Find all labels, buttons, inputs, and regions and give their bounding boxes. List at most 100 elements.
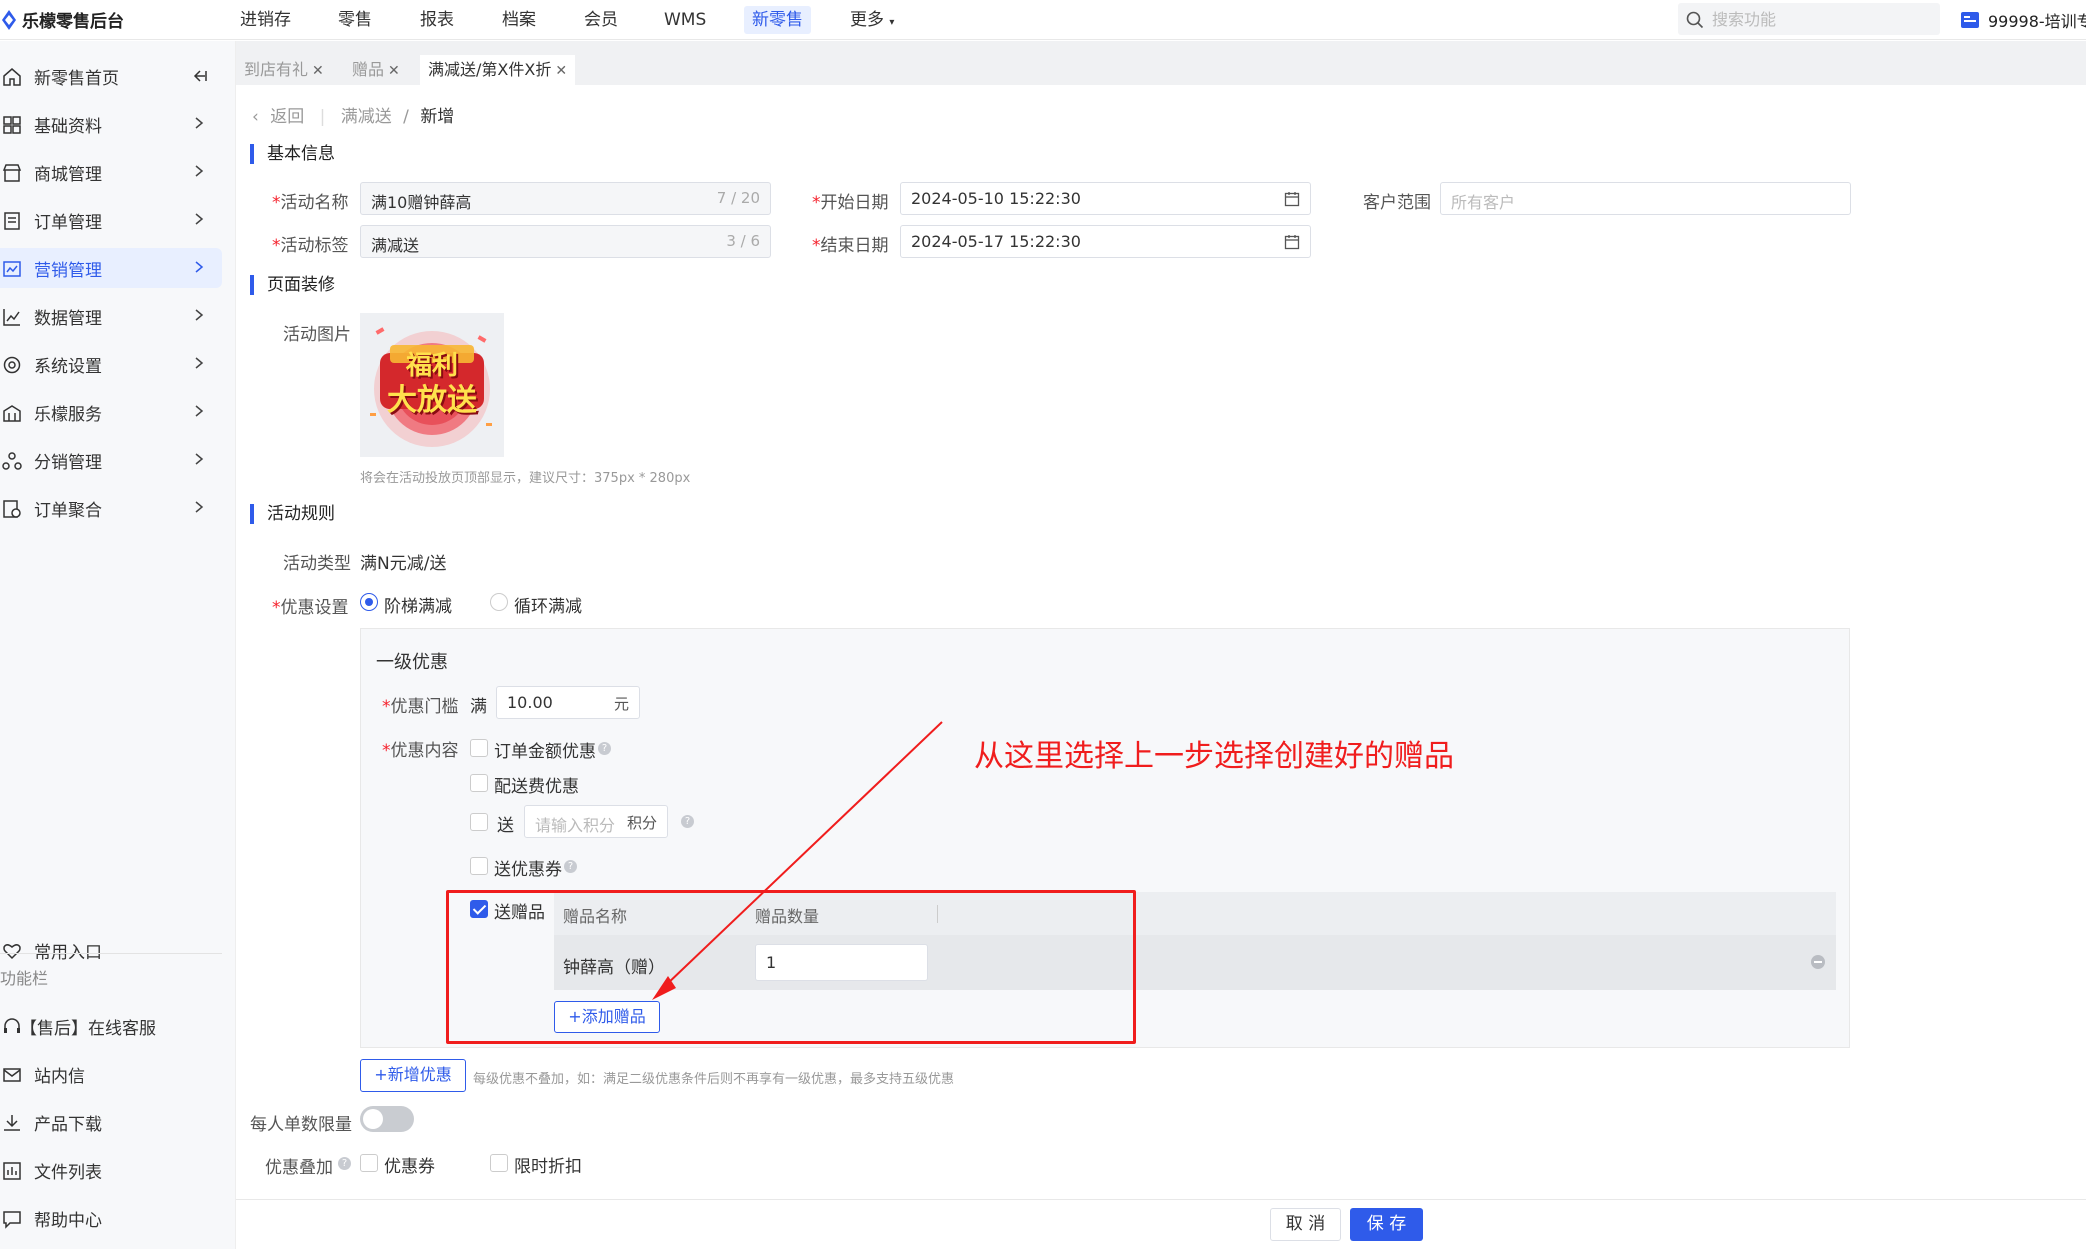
sidebar-item-file-list[interactable]: 文件列表 <box>0 1150 222 1190</box>
topnav-item-inventory[interactable]: 进销存 <box>232 6 299 34</box>
activity-image[interactable]: 福利 大放送 <box>360 313 504 457</box>
add-discount-button[interactable]: +新增优惠 <box>360 1059 466 1092</box>
app-title: 乐檬零售后台 <box>22 12 124 32</box>
search-input[interactable] <box>1712 8 1932 30</box>
topnav-item-archive[interactable]: 档案 <box>494 6 544 34</box>
chevron-right-icon <box>195 405 204 417</box>
sidebar-item-home[interactable]: 新零售首页 <box>0 56 222 96</box>
topnav-item-new-retail[interactable]: 新零售 <box>744 6 811 34</box>
sidebar-item-label: 订单聚合 <box>34 500 102 521</box>
topnav-more-label: 更多 <box>850 10 884 30</box>
close-icon[interactable]: ✕ <box>312 63 324 79</box>
per-person-limit-switch[interactable] <box>360 1106 414 1132</box>
sidebar-common-entry[interactable]: 常用入口 <box>0 930 222 970</box>
order-amount-label[interactable]: 订单金额优惠 <box>494 737 596 762</box>
radio-tiered[interactable] <box>360 593 378 611</box>
headset-icon <box>4 1018 20 1033</box>
end-date-label: *结束日期 <box>812 236 889 256</box>
help-icon[interactable]: ? <box>564 860 577 873</box>
sidebar-item-label: 【售后】在线客服 <box>20 1018 156 1039</box>
checkbox-stack-coupon[interactable] <box>360 1154 378 1172</box>
activity-type-label: 活动类型 <box>283 554 351 574</box>
checkbox-order-amount[interactable] <box>470 739 488 757</box>
settings-icon <box>3 356 21 374</box>
help-icon[interactable]: ? <box>681 815 694 828</box>
sidebar-item-help[interactable]: 帮助中心 <box>0 1198 222 1238</box>
delivery-label[interactable]: 配送费优惠 <box>494 772 579 797</box>
sidebar-item-order-aggregate[interactable]: 订单聚合 <box>0 488 222 528</box>
activity-name-label: *活动名称 <box>272 193 349 213</box>
tab-gifts[interactable]: 赠品 ✕ <box>344 55 408 85</box>
sidebar-item-label: 订单管理 <box>34 212 102 233</box>
chevron-right-icon <box>195 213 204 225</box>
chevron-right-icon <box>195 261 204 273</box>
label-text: 活动名称 <box>280 193 349 213</box>
label-text: 优惠设置 <box>280 598 349 618</box>
input-value: 满10赠钟薛高 <box>371 193 472 212</box>
close-icon[interactable]: ✕ <box>555 63 567 79</box>
label-text: 优惠内容 <box>390 741 459 761</box>
sidebar-item-marketing[interactable]: 营销管理 <box>0 248 222 288</box>
threshold-input[interactable]: 10.00 元 <box>496 686 640 719</box>
add-discount-hint: 每级优惠不叠加，如：满足二级优惠条件后则不再享有一级优惠，最多支持五级优惠 <box>473 1072 955 1087</box>
sidebar-item-label: 分销管理 <box>34 452 102 473</box>
checkbox-coupon[interactable] <box>470 857 488 875</box>
help-icon[interactable]: ? <box>598 742 611 755</box>
checkbox-stack-flash[interactable] <box>490 1154 508 1172</box>
back-link[interactable]: 返回 <box>270 107 304 127</box>
sidebar-item-label: 乐檬服务 <box>34 404 102 425</box>
sidebar-item-orders[interactable]: 订单管理 <box>0 200 222 240</box>
topnav-item-member[interactable]: 会员 <box>576 6 626 34</box>
close-icon[interactable]: ✕ <box>388 63 400 79</box>
activity-image-label: 活动图片 <box>283 325 351 345</box>
radio-cyclic[interactable] <box>490 593 508 611</box>
tab-full-reduction[interactable]: 满减送/第X件X折 ✕ <box>420 55 576 85</box>
cancel-button[interactable]: 取 消 <box>1270 1208 1341 1241</box>
activity-type-value: 满N元减/送 <box>360 554 447 574</box>
help-icon[interactable]: ? <box>338 1157 351 1170</box>
input-value: 满减送 <box>371 236 420 255</box>
start-date-picker[interactable]: 2024-05-10 15:22:30 <box>900 182 1311 215</box>
label-text: 结束日期 <box>820 236 889 256</box>
threshold-unit: 元 <box>613 695 629 713</box>
radio-cyclic-label[interactable]: 循环满减 <box>514 592 582 617</box>
tab-store-gift[interactable]: 到店有礼 ✕ <box>236 55 332 85</box>
topnav-item-wms[interactable]: WMS <box>656 6 714 34</box>
app-logo[interactable]: 乐檬零售后台 <box>2 7 124 32</box>
checkbox-delivery[interactable] <box>470 774 488 792</box>
sidebar-item-basic-data[interactable]: 基础资料 <box>0 104 222 144</box>
chevron-right-icon <box>195 453 204 465</box>
topnav-item-more[interactable]: 更多 ▾ <box>842 6 902 34</box>
sidebar-item-data[interactable]: 数据管理 <box>0 296 222 336</box>
breadcrumb-parent[interactable]: 满减送 <box>341 107 392 127</box>
topnav-item-retail[interactable]: 零售 <box>330 6 380 34</box>
topnav-item-reports[interactable]: 报表 <box>412 6 462 34</box>
sidebar-item-inbox[interactable]: 站内信 <box>0 1054 222 1094</box>
sidebar-item-service[interactable]: 乐檬服务 <box>0 392 222 432</box>
sidebar-item-distribution[interactable]: 分销管理 <box>0 440 222 480</box>
sidebar-item-online-service[interactable]: 【售后】在线客服 <box>0 1006 222 1046</box>
coupon-label[interactable]: 送优惠券 <box>494 855 562 880</box>
stack-coupon-label[interactable]: 优惠券 <box>384 1152 435 1177</box>
chevron-right-icon <box>195 501 204 513</box>
chevron-left-icon[interactable]: ‹ <box>252 107 259 127</box>
activity-name-input[interactable]: 满10赠钟薛高 7 / 20 <box>360 182 771 215</box>
grid-icon <box>3 116 21 134</box>
stack-flash-label[interactable]: 限时折扣 <box>514 1152 582 1177</box>
sidebar-item-mall[interactable]: 商城管理 <box>0 152 222 192</box>
collapse-sidebar-icon[interactable] <box>192 68 208 84</box>
sidebar-item-label: 数据管理 <box>34 308 102 329</box>
customer-range-select[interactable]: 所有客户 <box>1440 182 1851 215</box>
end-date-picker[interactable]: 2024-05-17 15:22:30 <box>900 225 1311 258</box>
sidebar-item-settings[interactable]: 系统设置 <box>0 344 222 384</box>
activity-tag-input[interactable]: 满减送 3 / 6 <box>360 225 771 258</box>
save-button[interactable]: 保 存 <box>1350 1208 1423 1241</box>
search-box <box>1678 3 1940 35</box>
input-value: 10.00 <box>507 693 553 712</box>
account-switcher[interactable]: 99998-培训专 <box>1960 8 2086 32</box>
points-input[interactable]: 请输入积分 积分 <box>524 805 668 838</box>
checkbox-points[interactable] <box>470 813 488 831</box>
remove-row-icon[interactable] <box>1811 955 1825 969</box>
sidebar-item-download[interactable]: 产品下载 <box>0 1102 222 1142</box>
radio-tiered-label[interactable]: 阶梯满减 <box>384 592 452 617</box>
